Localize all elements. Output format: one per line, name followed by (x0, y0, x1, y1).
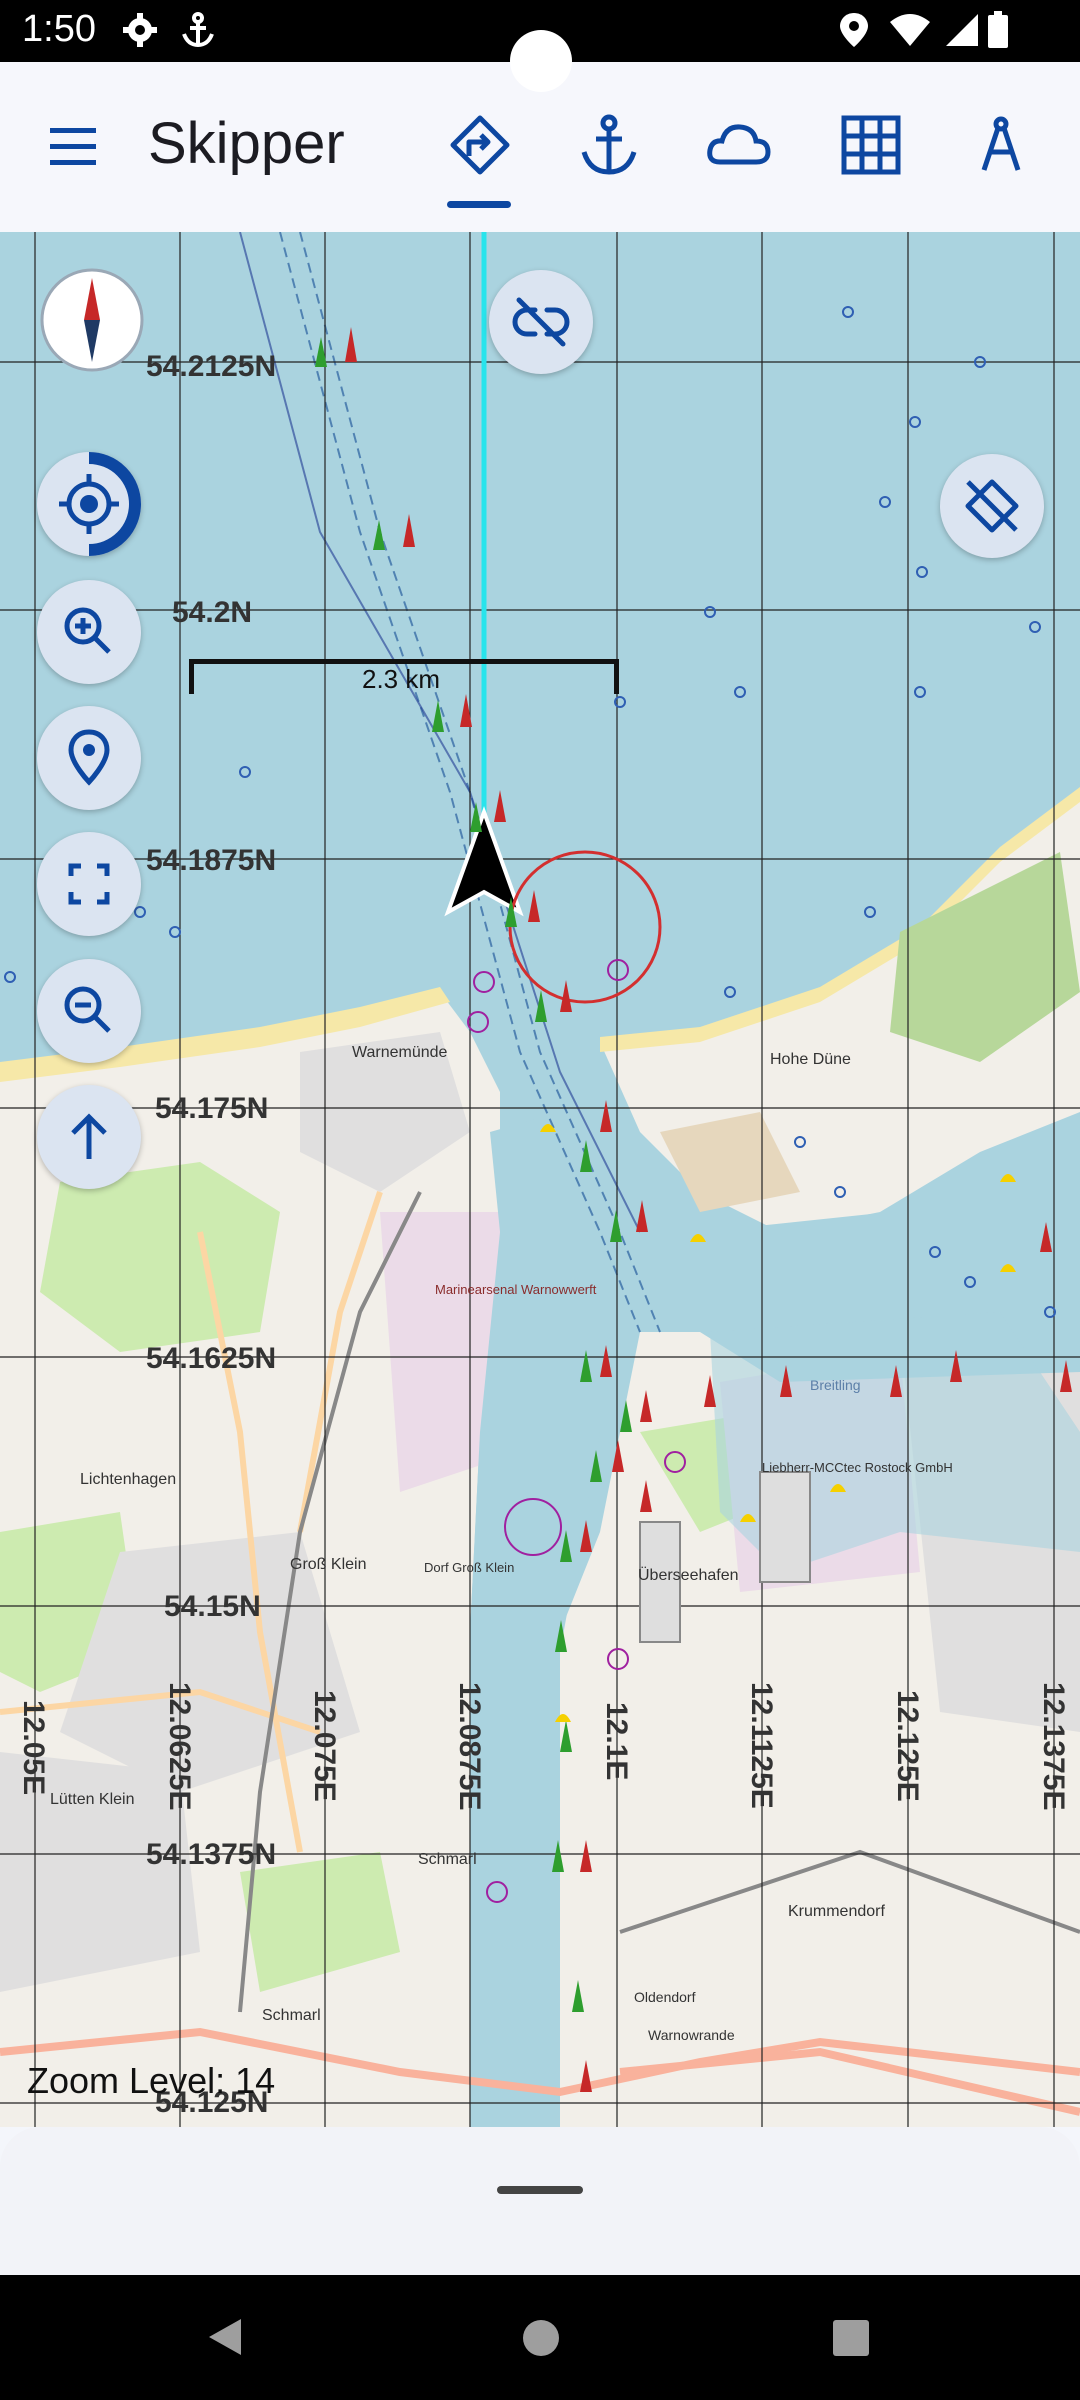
battery-icon (988, 11, 1008, 48)
bottom-sheet[interactable] (0, 2127, 1080, 2275)
gear-icon (123, 13, 157, 47)
north-up-button[interactable] (37, 1085, 141, 1189)
system-nav-bar (0, 2275, 1080, 2400)
lon-label: 12.075E (308, 1690, 341, 1802)
place-label: Lichtenhagen (80, 1471, 176, 1488)
zoom-out-icon (64, 986, 111, 1033)
scale-label: 2.3 km (362, 664, 441, 694)
locate-button[interactable] (37, 452, 141, 556)
unlink-button[interactable] (489, 270, 593, 374)
lon-label: 12.0625E (163, 1682, 196, 1811)
home-icon[interactable] (520, 2317, 562, 2359)
camera-cutout (510, 30, 572, 92)
cloud-icon[interactable] (706, 112, 772, 178)
lat-label: 54.1625N (146, 1342, 277, 1375)
lon-label: 12.0875E (453, 1682, 486, 1811)
zoom-out-button[interactable] (37, 959, 141, 1063)
lat-label: 54.15N (164, 1590, 261, 1623)
recents-icon[interactable] (830, 2317, 872, 2359)
place-label: Lütten Klein (50, 1791, 135, 1808)
place-label: Liebherr-MCCtec Rostock GmbH (762, 1460, 953, 1475)
lat-label: 54.175N (155, 1092, 269, 1125)
compass-tool-icon[interactable] (968, 112, 1034, 178)
place-label: Schmarl (262, 2007, 321, 2024)
place-label: Oldendorf (634, 1989, 696, 2005)
location-status-icon (840, 13, 868, 47)
unlink-icon (512, 297, 570, 347)
place-label: Warnowrande (648, 2027, 735, 2043)
route-icon[interactable] (447, 112, 513, 178)
anchor-status-icon (182, 12, 214, 48)
place-label: Marinearsenal Warnowwerft (435, 1282, 597, 1297)
lon-label: 12.125E (891, 1690, 924, 1802)
place-label: Krummendorf (788, 1903, 885, 1920)
zoom-in-icon (64, 607, 111, 654)
lon-label: 12.1375E (1037, 1682, 1070, 1811)
boat-position-icon (444, 806, 524, 917)
lon-label: 12.05E (17, 1700, 50, 1796)
lat-label: 54.1875N (146, 844, 277, 877)
place-label: Warnemünde (352, 1044, 448, 1061)
status-time: 1:50 (22, 8, 96, 50)
app-title: Skipper (148, 111, 345, 176)
satellite-off-icon (965, 479, 1019, 533)
place-label: Breitling (810, 1377, 861, 1393)
compass-icon[interactable] (34, 262, 150, 378)
menu-icon[interactable] (44, 122, 104, 172)
lat-label: 54.1375N (146, 1838, 277, 1871)
place-label: Groß Klein (290, 1556, 366, 1573)
back-icon[interactable] (203, 2315, 247, 2359)
grid-icon[interactable] (838, 112, 904, 178)
satellite-off-button[interactable] (940, 454, 1044, 558)
lon-label: 12.1125E (745, 1682, 778, 1809)
lat-label: 54.2N (172, 596, 253, 629)
fullscreen-button[interactable] (37, 832, 141, 936)
zoom-in-button[interactable] (37, 580, 141, 684)
locate-icon (59, 452, 141, 556)
lon-label: 12.1E (600, 1702, 633, 1781)
place-label: Schmarl (418, 1851, 477, 1868)
fullscreen-icon (68, 863, 110, 905)
place-pin-icon (68, 729, 110, 786)
north-up-icon (71, 1113, 107, 1159)
selected-tab-indicator (447, 201, 511, 208)
place-label: Überseehafen (638, 1566, 739, 1584)
lat-label: 54.2125N (146, 350, 277, 383)
cell-signal-icon (946, 14, 978, 46)
nautical-map[interactable]: Warnemünde Hohe Düne Marinearsenal Warno… (0, 232, 1080, 2127)
place-pin-button[interactable] (37, 706, 141, 810)
place-label: Dorf Groß Klein (424, 1560, 514, 1575)
anchor-icon[interactable] (576, 112, 642, 178)
zoom-level-text: Zoom Level: 14 (27, 2060, 276, 2101)
place-label: Hohe Düne (770, 1051, 851, 1068)
wifi-icon (890, 14, 930, 46)
drag-handle[interactable] (497, 2186, 583, 2194)
